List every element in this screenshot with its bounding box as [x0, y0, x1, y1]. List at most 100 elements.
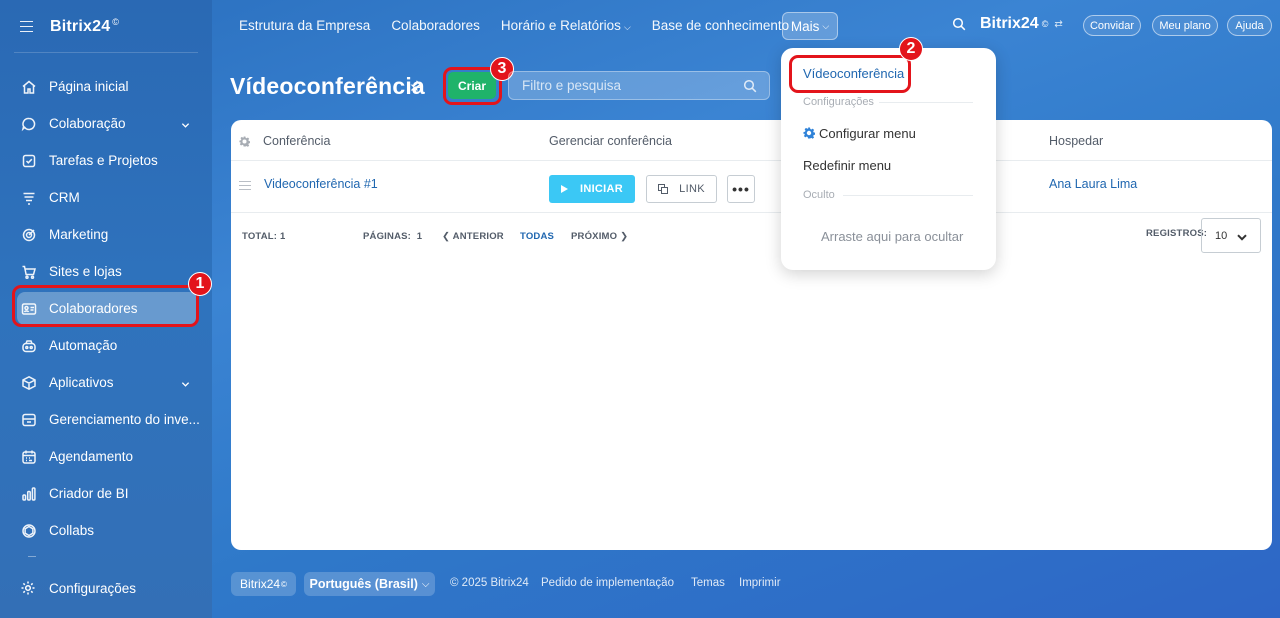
sidebar-item-pagina-inicial[interactable]: Página inicial — [0, 68, 212, 105]
search-icon[interactable] — [743, 79, 757, 93]
top-nav-colaboradores[interactable]: Colaboradores — [391, 18, 480, 33]
column-header-conference[interactable]: Conferência — [263, 134, 330, 148]
menu-item-configure[interactable]: Configurar menu — [803, 126, 916, 141]
invite-button[interactable]: Convidar — [1083, 15, 1141, 36]
column-header-manage[interactable]: Gerenciar conferência — [549, 134, 672, 148]
task-icon — [20, 152, 37, 169]
sidebar-item-label: CRM — [49, 190, 80, 205]
more-menu-button[interactable]: Mais ⌵ — [782, 12, 838, 40]
menu-icon[interactable] — [20, 20, 33, 32]
page-title: Vídeoconferência — [230, 73, 425, 99]
conference-link[interactable]: Videoconferência #1 — [264, 177, 378, 191]
footer-copyright: © 2025 Bitrix24 — [450, 577, 529, 589]
gear-icon — [20, 580, 37, 597]
sidebar-logo[interactable]: Bitrix24 © — [50, 17, 119, 36]
search-icon[interactable] — [952, 17, 966, 31]
chevron-down-icon: ⌵ — [421, 578, 430, 590]
sidebar-item-agendamento[interactable]: Agendamento — [0, 438, 212, 475]
top-nav-base-conhecimento[interactable]: Base de conhecimento — [652, 18, 789, 33]
chevron-down-icon: ⌵ — [623, 22, 631, 32]
all-pages-link[interactable]: TODAS — [520, 231, 554, 242]
chevron-down-icon — [1237, 232, 1247, 241]
top-navigation: Estrutura da Empresa Colaboradores Horár… — [239, 18, 810, 33]
menu-divider — [879, 102, 973, 103]
chevron-down-icon: ⌵ — [822, 20, 830, 31]
previous-page-link[interactable]: ❮ ANTERIOR — [442, 231, 504, 242]
sidebar-item-label: Colaboração — [49, 116, 126, 131]
inventory-icon — [20, 411, 37, 428]
sidebar-item-label: Aplicativos — [49, 375, 114, 390]
drag-handle-icon[interactable] — [239, 181, 251, 190]
conference-grid: Conferência Gerenciar conferência Hosped… — [231, 120, 1272, 550]
sidebar-item-label: Agendamento — [49, 449, 134, 464]
robot-icon — [20, 337, 37, 354]
pages-count: PÁGINAS: 1 — [363, 231, 423, 242]
more-actions-button[interactable]: ••• — [727, 175, 755, 203]
column-header-host[interactable]: Hospedar — [1049, 134, 1103, 148]
cart-icon — [20, 263, 37, 280]
gear-icon — [803, 127, 816, 139]
sidebar-item-label: Marketing — [49, 227, 109, 242]
chat-icon — [20, 115, 37, 132]
marketing-icon — [20, 226, 37, 243]
gear-icon[interactable] — [239, 135, 251, 147]
sidebar-item-crm[interactable]: CRM — [0, 179, 212, 216]
sidebar-item-label: Automação — [49, 338, 118, 353]
sidebar-item-inventario[interactable]: Gerenciamento do inve... — [0, 401, 212, 438]
home-icon — [20, 78, 37, 95]
sidebar-item-label: Gerenciamento do inve... — [49, 412, 200, 427]
menu-item-reset[interactable]: Redefinir menu — [803, 158, 891, 173]
sidebar-separator — [28, 556, 36, 557]
sidebar-header: Bitrix24 © — [20, 17, 119, 35]
sidebar-item-aplicativos[interactable]: Aplicativos — [0, 364, 212, 401]
sidebar-item-colaboracao[interactable]: Colaboração — [0, 105, 212, 142]
filter-placeholder: Filtro e pesquisa — [522, 78, 622, 93]
sidebar-item-marketing[interactable]: Marketing — [0, 216, 212, 253]
menu-divider — [843, 195, 973, 196]
cube-icon — [20, 374, 37, 391]
annotation-badge-2: 2 — [899, 37, 923, 61]
table-header: Conferência Gerenciar conferência Hosped… — [231, 120, 1272, 161]
my-plan-button[interactable]: Meu plano — [1152, 15, 1218, 36]
chevron-down-icon[interactable] — [181, 118, 190, 128]
copy-link-button[interactable]: LINK — [646, 175, 717, 203]
help-button[interactable]: Ajuda — [1227, 15, 1272, 36]
sidebar-item-automacao[interactable]: Automação — [0, 327, 212, 364]
top-nav-horario-relatorios[interactable]: Horário e Relatórios ⌵ — [501, 18, 631, 33]
calendar-icon — [20, 448, 37, 465]
host-link[interactable]: Ana Laura Lima — [1049, 177, 1137, 191]
language-select[interactable]: Português (Brasil) ⌵ — [304, 572, 435, 596]
sidebar-item-collabs[interactable]: Collabs — [0, 512, 212, 549]
sidebar-item-label: Criador de BI — [49, 486, 129, 501]
footer-brand-button[interactable]: Bitrix24 © — [231, 572, 296, 596]
top-nav-estrutura[interactable]: Estrutura da Empresa — [239, 18, 370, 33]
annotation-highlight-colaboradores — [12, 285, 199, 327]
bar-chart-icon — [20, 485, 37, 502]
menu-drop-zone-hint: Arraste aqui para ocultar — [821, 229, 964, 244]
records-label: REGISTROS: — [1146, 228, 1208, 239]
records-per-page-select[interactable]: 10 — [1201, 218, 1261, 253]
footer-print-link[interactable]: Imprimir — [739, 577, 781, 589]
chevron-down-icon[interactable] — [181, 377, 190, 387]
start-button[interactable]: INICIAR — [549, 175, 635, 203]
sidebar-item-tarefas[interactable]: Tarefas e Projetos — [0, 142, 212, 179]
sidebar-item-criador-bi[interactable]: Criador de BI — [0, 475, 212, 512]
sidebar-item-label: Página inicial — [49, 79, 129, 94]
footer-implementation-link[interactable]: Pedido de implementação — [541, 577, 674, 589]
table-row: Videoconferência #1 INICIAR LINK ••• Ana… — [231, 161, 1272, 213]
annotation-badge-1: 1 — [188, 272, 212, 296]
sidebar-item-label: Sites e lojas — [49, 264, 122, 279]
sidebar-item-configuracoes[interactable]: Configurações — [20, 580, 136, 597]
filter-search-input[interactable]: Filtro e pesquisa — [508, 71, 770, 100]
collabs-icon — [20, 522, 37, 539]
menu-section-settings: Configurações — [803, 96, 874, 108]
top-logo[interactable]: Bitrix24 © ⇄ — [980, 15, 1063, 33]
footer-themes-link[interactable]: Temas — [691, 577, 725, 589]
copy-icon — [658, 184, 669, 194]
play-icon — [560, 185, 568, 193]
crm-icon — [20, 189, 37, 206]
swap-icon: ⇄ — [1054, 18, 1063, 30]
sidebar-item-label: Collabs — [49, 523, 95, 538]
pin-icon[interactable] — [410, 80, 422, 92]
next-page-link[interactable]: PRÓXIMO ❯ — [571, 231, 628, 242]
